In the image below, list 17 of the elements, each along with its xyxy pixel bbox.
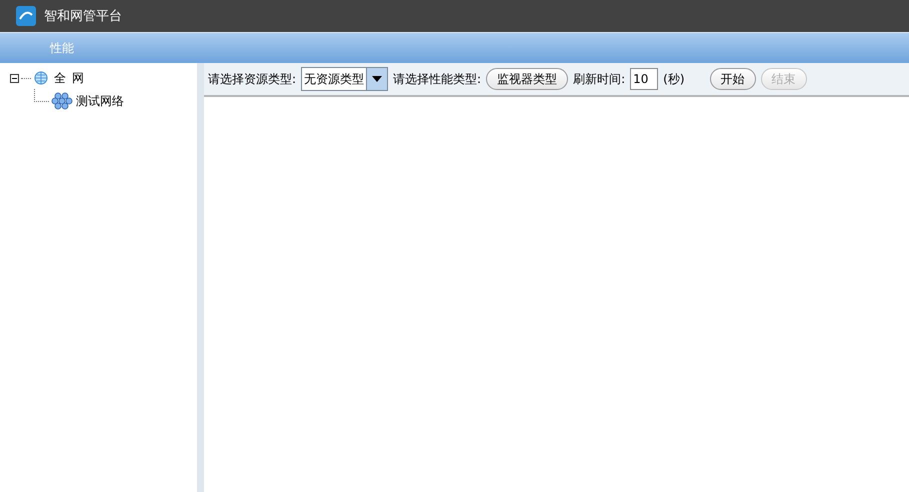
caret-icon (372, 76, 382, 82)
resource-type-dropdown[interactable]: 无资源类型 (301, 67, 388, 91)
globe-icon (34, 71, 48, 85)
seconds-label: (秒) (663, 70, 685, 88)
start-button[interactable]: 开始 (710, 68, 756, 90)
tree-item[interactable]: 全 网 (54, 70, 84, 86)
window-title: 智和网管平台 (44, 8, 122, 25)
collapse-toggle[interactable] (10, 74, 19, 82)
refresh-time-input[interactable]: 10 (630, 68, 658, 90)
refresh-time-label: 刷新时间: (573, 70, 626, 88)
monitor-type-button[interactable]: 监视器类型 (486, 68, 568, 90)
network-icon (51, 92, 73, 110)
performance-type-label: 请选择性能类型: (393, 70, 482, 88)
panel-title: 性能 (50, 40, 74, 56)
app-icon (16, 6, 36, 26)
resource-type-label: 请选择资源类型: (208, 70, 296, 88)
tree-item[interactable]: 测试网络 (76, 92, 124, 110)
